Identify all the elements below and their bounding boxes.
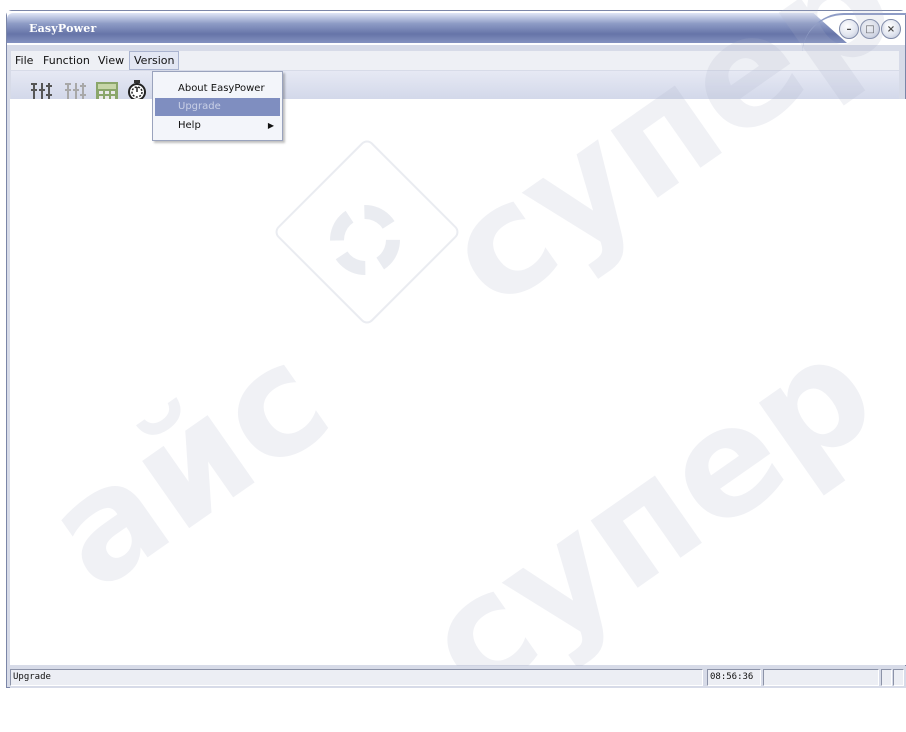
status-panel-small-1 (881, 669, 892, 686)
menu-file[interactable]: File (11, 51, 37, 70)
menu-item-help[interactable]: Help ▶ (155, 117, 280, 135)
status-clock: 08:56:36 (707, 669, 761, 686)
maximize-button[interactable]: □ (860, 19, 880, 39)
menu-item-help-label: Help (178, 120, 201, 131)
maximize-icon: □ (865, 23, 875, 35)
title-bar-background (7, 13, 847, 43)
status-bar: Upgrade 08:56:36 (10, 666, 906, 688)
close-button[interactable]: × (881, 19, 901, 39)
status-panel-empty (763, 669, 879, 686)
watermark-gear-icon (330, 205, 400, 275)
title-bar[interactable]: EasyPower – □ × (7, 11, 906, 45)
close-icon: × (886, 23, 896, 35)
menu-item-upgrade[interactable]: Upgrade (155, 98, 280, 116)
minimize-icon: – (846, 23, 852, 35)
submenu-arrow-icon: ▶ (267, 121, 274, 130)
status-message: Upgrade (10, 669, 703, 686)
workspace-area (10, 99, 906, 665)
menu-view[interactable]: View (94, 51, 128, 70)
status-panel-small-2 (893, 669, 904, 686)
window-title: EasyPower (29, 22, 97, 35)
minimize-button[interactable]: – (839, 19, 859, 39)
menu-function[interactable]: Function (39, 51, 94, 70)
menu-item-about[interactable]: About EasyPower (155, 80, 280, 98)
menu-version[interactable]: Version (129, 51, 180, 70)
version-dropdown-menu: About EasyPower Upgrade Help ▶ (152, 71, 283, 141)
menu-bar: File Function View Version (11, 51, 899, 70)
